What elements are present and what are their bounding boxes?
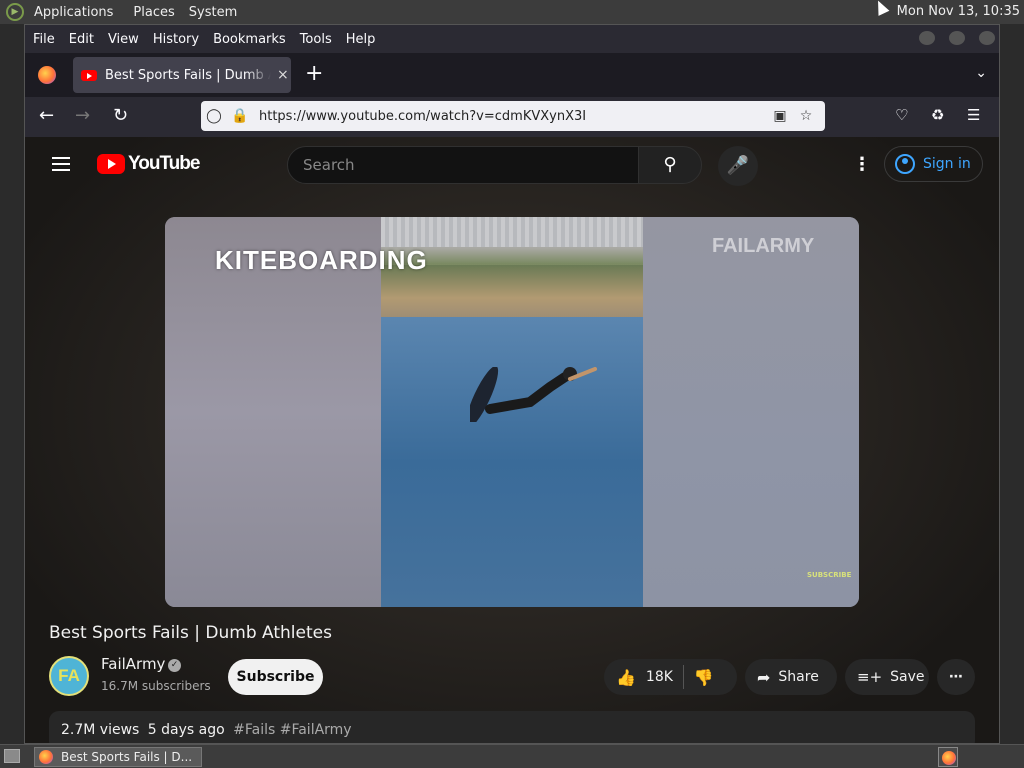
navigation-toolbar: ← → ↻ ◯ 🔒 https://www.youtube.com/watch?… [25,97,999,137]
rider-figure-icon [470,367,597,422]
sign-in-button[interactable]: Sign in [884,146,983,182]
menu-bookmarks[interactable]: Bookmarks [213,32,286,47]
panel-menu-places[interactable]: Places [133,5,174,20]
list-all-tabs-chevron-icon[interactable]: ⌄ [975,65,987,81]
menu-help[interactable]: Help [346,32,376,47]
save-label: Save [890,669,925,685]
video-building [381,217,643,247]
lock-icon[interactable]: 🔒 [227,108,253,124]
subscriber-count: 16.7M subscribers [101,679,211,693]
tab-title: Best Sports Fails | Dumb Athletes [105,67,271,83]
firefox-view-icon[interactable] [38,66,56,84]
add-to-playlist-icon: ≡+ [857,668,883,686]
bookmark-star-icon[interactable]: ☆ [793,108,819,124]
upload-age: 5 days ago [147,722,225,738]
like-dislike-group: 👍 18K 👎 [604,659,737,695]
youtube-logo-text: YouTube [128,153,200,174]
menu-view[interactable]: View [108,32,139,47]
taskbar-window-button[interactable]: Best Sports Fails | D... [34,747,202,767]
verified-check-icon: ✓ [168,659,181,672]
panel-menu-system[interactable]: System [189,5,237,20]
channel-avatar[interactable]: FA [49,656,89,696]
menu-history[interactable]: History [153,32,199,47]
new-tab-button[interactable]: + [305,61,323,86]
account-icon [895,154,915,174]
guide-menu-icon[interactable] [52,157,70,171]
youtube-page: YouTube Search ⚲ 🎤 ⋮ Sign in KITEBOARDIN… [25,137,999,743]
share-arrow-icon: ➦ [757,667,771,687]
video-water [381,317,643,607]
more-actions-icon[interactable]: ⋯ [937,659,975,695]
like-thumb-icon[interactable]: 👍 [616,668,636,687]
like-divider [682,665,684,689]
panel-menu-applications[interactable]: Applications [34,5,113,20]
maximize-button[interactable] [949,31,965,45]
like-count[interactable]: 18K [646,669,673,685]
share-button[interactable]: ➦ Share [745,659,837,695]
show-desktop-icon[interactable] [4,749,20,763]
share-label: Share [778,669,819,685]
bottom-taskbar: Best Sports Fails | D... [0,744,1024,768]
channel-name[interactable]: FailArmy [101,655,165,673]
top-panel: ▶ Applications Places System Mon Nov 13,… [0,0,1024,24]
workspace-firefox-icon[interactable] [938,747,958,767]
video-player[interactable]: KITEBOARDING FAILARMY SUBSCRIBE [165,217,859,607]
dislike-thumb-icon[interactable]: 👎 [694,668,714,687]
back-arrow-icon[interactable]: ← [39,105,54,126]
microphone-icon[interactable]: 🎤 [718,146,758,186]
forward-arrow-icon[interactable]: → [75,105,90,126]
app-menu-hamburger-icon[interactable]: ☰ [967,106,980,124]
extensions-icon[interactable]: ♻ [931,106,944,124]
description-box[interactable]: 2.7M views 5 days ago #Fails #FailArmy [49,711,975,743]
minimize-button[interactable] [919,31,935,45]
settings-kebab-icon[interactable]: ⋮ [853,154,871,175]
video-subscribe-mark: SUBSCRIBE [807,571,852,579]
close-window-button[interactable] [979,31,995,45]
tab-close-icon[interactable]: × [277,67,289,83]
video-title: Best Sports Fails | Dumb Athletes [49,623,332,643]
browser-menubar: File Edit View History Bookmarks Tools H… [25,25,999,53]
hashtags[interactable]: #Fails #FailArmy [233,722,351,738]
youtube-logo[interactable]: YouTube [97,153,200,175]
firefox-icon [39,750,53,764]
panel-clock[interactable]: Mon Nov 13, 10:35 [897,4,1020,19]
save-button[interactable]: ≡+ Save [845,659,929,695]
tracking-shield-icon[interactable]: ◯ [201,108,227,124]
view-count: 2.7M views [61,722,140,738]
menu-edit[interactable]: Edit [69,32,94,47]
tab-bar: Best Sports Fails | Dumb Athletes × + ⌄ [25,53,999,97]
search-input[interactable]: Search [287,146,639,184]
menu-file[interactable]: File [33,32,55,47]
subscribe-button[interactable]: Subscribe [228,659,323,695]
sign-in-label: Sign in [923,156,971,172]
video-caption-text: KITEBOARDING [215,245,428,275]
browser-window: File Edit View History Bookmarks Tools H… [24,24,1000,744]
os-logo-icon[interactable]: ▶ [6,3,24,21]
taskbar-window-title: Best Sports Fails | D... [61,750,193,764]
picture-in-picture-icon[interactable]: ▣ [767,108,793,124]
search-icon[interactable]: ⚲ [638,146,702,184]
pocket-icon[interactable]: ♡ [895,106,908,124]
tab-youtube[interactable]: Best Sports Fails | Dumb Athletes × [73,57,291,93]
url-bar[interactable]: ◯ 🔒 https://www.youtube.com/watch?v=cdmK… [201,101,825,131]
video-blur-right [643,217,859,607]
youtube-favicon-icon [81,69,97,81]
menu-tools[interactable]: Tools [300,32,332,47]
reload-icon[interactable]: ↻ [113,105,128,126]
video-watermark: FAILARMY [712,235,815,257]
url-text[interactable]: https://www.youtube.com/watch?v=cdmKVXyn… [259,109,767,124]
youtube-header: YouTube Search ⚲ 🎤 ⋮ Sign in [25,137,999,193]
youtube-play-icon [97,154,125,174]
